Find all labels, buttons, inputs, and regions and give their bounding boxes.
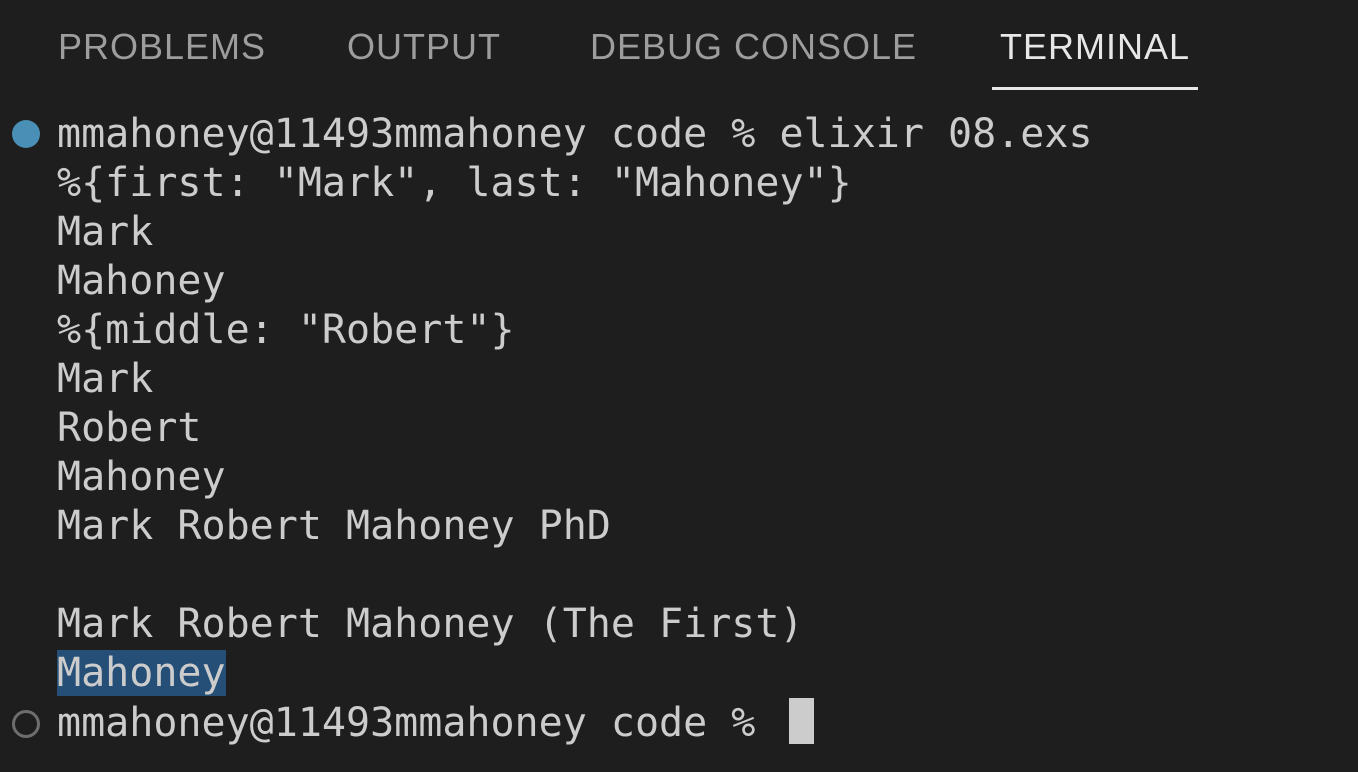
terminal-cursor	[789, 698, 815, 744]
output-line: %{first: "Mark", last: "Mahoney"}	[57, 160, 852, 206]
output-line: Mark	[57, 356, 154, 402]
selected-output-line[interactable]: Mahoney	[57, 649, 226, 698]
tab-terminal[interactable]: TERMINAL	[1000, 26, 1190, 68]
tab-problems[interactable]: PROBLEMS	[58, 26, 266, 68]
current-prompt-line[interactable]: mmahoney@11493mmahoney code %	[57, 698, 815, 747]
output-line: Mark Robert Mahoney (The First)	[57, 601, 804, 647]
prompt-decoration-icon[interactable]	[12, 710, 40, 738]
prompt-text: mmahoney@11493mmahoney code %	[57, 700, 780, 746]
output-line: Mahoney	[57, 454, 226, 500]
tab-output[interactable]: OUTPUT	[347, 26, 501, 68]
output-line: Robert	[57, 405, 202, 451]
output-line: Mahoney	[57, 258, 226, 304]
tab-debug-console[interactable]: DEBUG CONSOLE	[590, 26, 917, 68]
output-line: Mark Robert Mahoney PhD	[57, 503, 611, 549]
terminal-view[interactable]: mmahoney@11493mmahoney code % elixir 08.…	[0, 110, 1358, 772]
active-tab-indicator	[992, 87, 1198, 90]
command-success-decoration-icon[interactable]	[12, 120, 40, 148]
text-selection[interactable]: Mahoney	[57, 650, 226, 696]
output-line: %{middle: "Robert"}	[57, 307, 515, 353]
panel-tab-bar: PROBLEMS OUTPUT DEBUG CONSOLE TERMINAL	[0, 0, 1358, 92]
output-line: Mark	[57, 209, 154, 255]
command-line: mmahoney@11493mmahoney code % elixir 08.…	[57, 111, 1093, 157]
